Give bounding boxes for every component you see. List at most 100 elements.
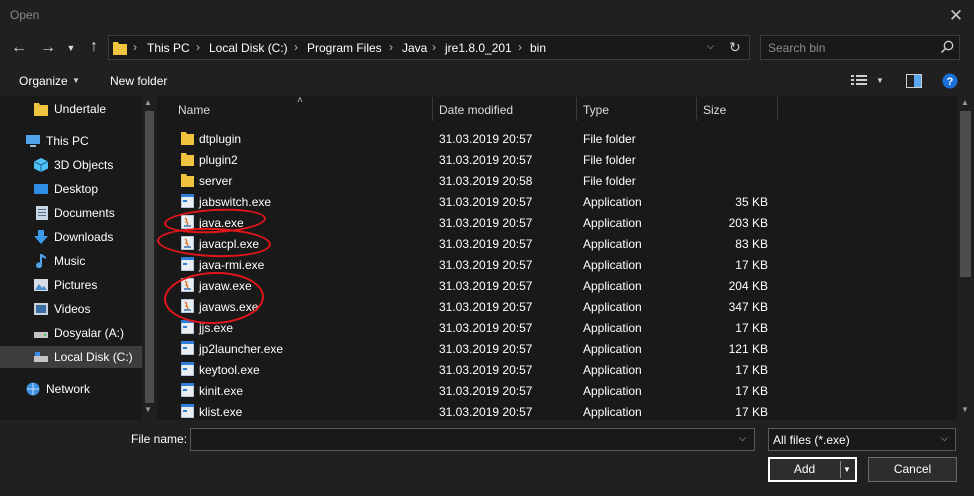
sidebar-item-label: Undertale [54,102,107,116]
cancel-button[interactable]: Cancel [868,457,957,482]
sidebar-item-dosyalar[interactable]: Dosyalar (A:) [0,322,142,344]
column-header-date[interactable]: Date modified [439,103,513,117]
add-button[interactable]: Add ▼ [768,457,857,482]
table-row[interactable]: kinit.exe 31.03.2019 20:57 Application 17 K… [172,380,772,401]
file-type: Application [583,216,642,230]
sidebar-item-this-pc[interactable]: This PC [0,130,142,152]
organize-chevron-down-icon[interactable]: ▼ [72,76,80,85]
table-row[interactable]: plugin2 31.03.2019 20:57 File folder [172,149,772,170]
desktop-icon [34,184,48,194]
address-history-chevron-down-icon[interactable]: ⌵ [707,41,714,52]
preview-pane-icon[interactable] [906,74,922,88]
breadcrumb-this-pc[interactable]: This PC [147,41,190,55]
refresh-icon[interactable]: ↻ [729,39,741,56]
column-header-size[interactable]: Size [703,103,726,117]
search-icon[interactable] [939,39,955,55]
breadcrumb-bin[interactable]: bin [530,41,546,55]
music-icon [36,254,46,268]
sidebar-item-label: This PC [46,134,89,148]
scroll-down-icon[interactable]: ▼ [144,405,152,414]
sidebar-item-label: Local Disk (C:) [54,350,133,364]
title-bar [0,0,974,32]
sidebar-item-network[interactable]: Network [0,378,142,400]
application-icon [181,257,194,271]
table-row[interactable]: jjs.exe 31.03.2019 20:57 Application 17 KB [172,317,772,338]
new-folder-button[interactable]: New folder [110,74,167,88]
column-divider[interactable] [576,97,577,121]
file-type: Application [583,363,642,377]
table-row[interactable]: jabswitch.exe 31.03.2019 20:57 Application… [172,191,772,212]
navigation-scrollbar-thumb[interactable] [145,111,154,403]
network-icon [26,382,40,396]
forward-icon[interactable]: → [39,38,57,58]
column-header-name[interactable]: Name [178,103,210,117]
sidebar-item-documents[interactable]: Documents [0,202,142,224]
table-row[interactable]: keytool.exe 31.03.2019 20:57 Application 17… [172,359,772,380]
file-name: server [199,174,233,188]
add-options-chevron-down-icon[interactable]: ▼ [843,459,851,480]
file-date: 31.03.2019 20:57 [439,342,533,356]
file-name: kinit.exe [199,384,244,398]
sidebar-item-pictures[interactable]: Pictures [0,274,142,296]
file-list-scrollbar-thumb[interactable] [960,111,971,277]
sort-up-chevron-icon: ˄ [297,95,303,106]
table-row[interactable]: jp2launcher.exe 31.03.2019 20:57 Applicati… [172,338,772,359]
column-header-type[interactable]: Type [583,103,609,117]
application-icon [181,341,194,355]
table-row[interactable]: dtplugin 31.03.2019 20:57 File folder [172,128,772,149]
file-type-chevron-down-icon[interactable]: ⌵ [941,433,948,444]
videos-icon [34,303,48,315]
file-name-chevron-down-icon[interactable]: ⌵ [739,433,746,444]
recent-locations-chevron-down-icon[interactable]: ▼ [64,38,78,58]
breadcrumb-java[interactable]: Java [402,41,427,55]
help-icon[interactable]: ? [942,73,958,89]
search-input[interactable]: Search bin [768,41,825,55]
column-divider[interactable] [432,97,433,121]
file-size: 17 KB [735,405,768,419]
table-row[interactable]: klist.exe 31.03.2019 20:57 Application 17 K… [172,401,772,422]
file-type: Application [583,279,642,293]
file-size: 83 KB [735,237,768,251]
sidebar-item-3d-objects[interactable]: 3D Objects [0,154,142,176]
sidebar-item-undertale[interactable]: Undertale [0,98,142,120]
column-divider[interactable] [696,97,697,121]
organize-button[interactable]: Organize [19,74,68,88]
close-icon[interactable]: ✕ [946,6,966,26]
file-name-input[interactable]: ⌵ [190,428,755,451]
scroll-up-icon[interactable]: ▲ [144,98,152,107]
search-box[interactable]: Search bin [760,35,960,60]
column-divider[interactable] [777,97,778,121]
sidebar-item-desktop[interactable]: Desktop [0,178,142,200]
table-row[interactable]: server 31.03.2019 20:58 File folder [172,170,772,191]
back-icon[interactable]: ← [10,38,28,58]
sidebar-item-music[interactable]: Music [0,250,142,272]
scroll-up-icon[interactable]: ▲ [961,98,969,107]
sidebar-item-downloads[interactable]: Downloads [0,226,142,248]
breadcrumb-jre[interactable]: jre1.8.0_201 [445,41,512,55]
file-type-value: All files (*.exe) [773,433,850,447]
up-icon[interactable]: ↑ [85,37,103,57]
file-name: jp2launcher.exe [199,342,284,356]
address-bar[interactable]: › This PC › Local Disk (C:) › Program Fi… [108,35,750,60]
breadcrumb-separator: › [518,40,522,54]
folder-icon [181,132,194,145]
file-name: java-rmi.exe [199,258,265,272]
sidebar-item-label: Videos [54,302,91,316]
sidebar-item-videos[interactable]: Videos [0,298,142,320]
breadcrumb-local-disk[interactable]: Local Disk (C:) [209,41,288,55]
sidebar-item-local-disk[interactable]: Local Disk (C:) [0,346,142,368]
sidebar-item-label: Desktop [54,182,99,196]
window-title: Open [10,8,40,22]
table-row[interactable]: java-rmi.exe 31.03.2019 20:57 Application 1… [172,254,772,275]
breadcrumb-program-files[interactable]: Program Files [307,41,382,55]
breadcrumb-separator: › [432,40,436,54]
file-type: Application [583,300,642,314]
file-name: jabswitch.exe [199,195,272,209]
scroll-down-icon[interactable]: ▼ [961,405,969,414]
file-type: File folder [583,132,636,146]
file-type: Application [583,237,642,251]
view-options-icon[interactable] [851,74,867,87]
file-size: 35 KB [735,195,768,209]
file-type-select[interactable]: All files (*.exe) ⌵ [768,428,956,451]
view-chevron-down-icon[interactable]: ▼ [876,76,884,85]
